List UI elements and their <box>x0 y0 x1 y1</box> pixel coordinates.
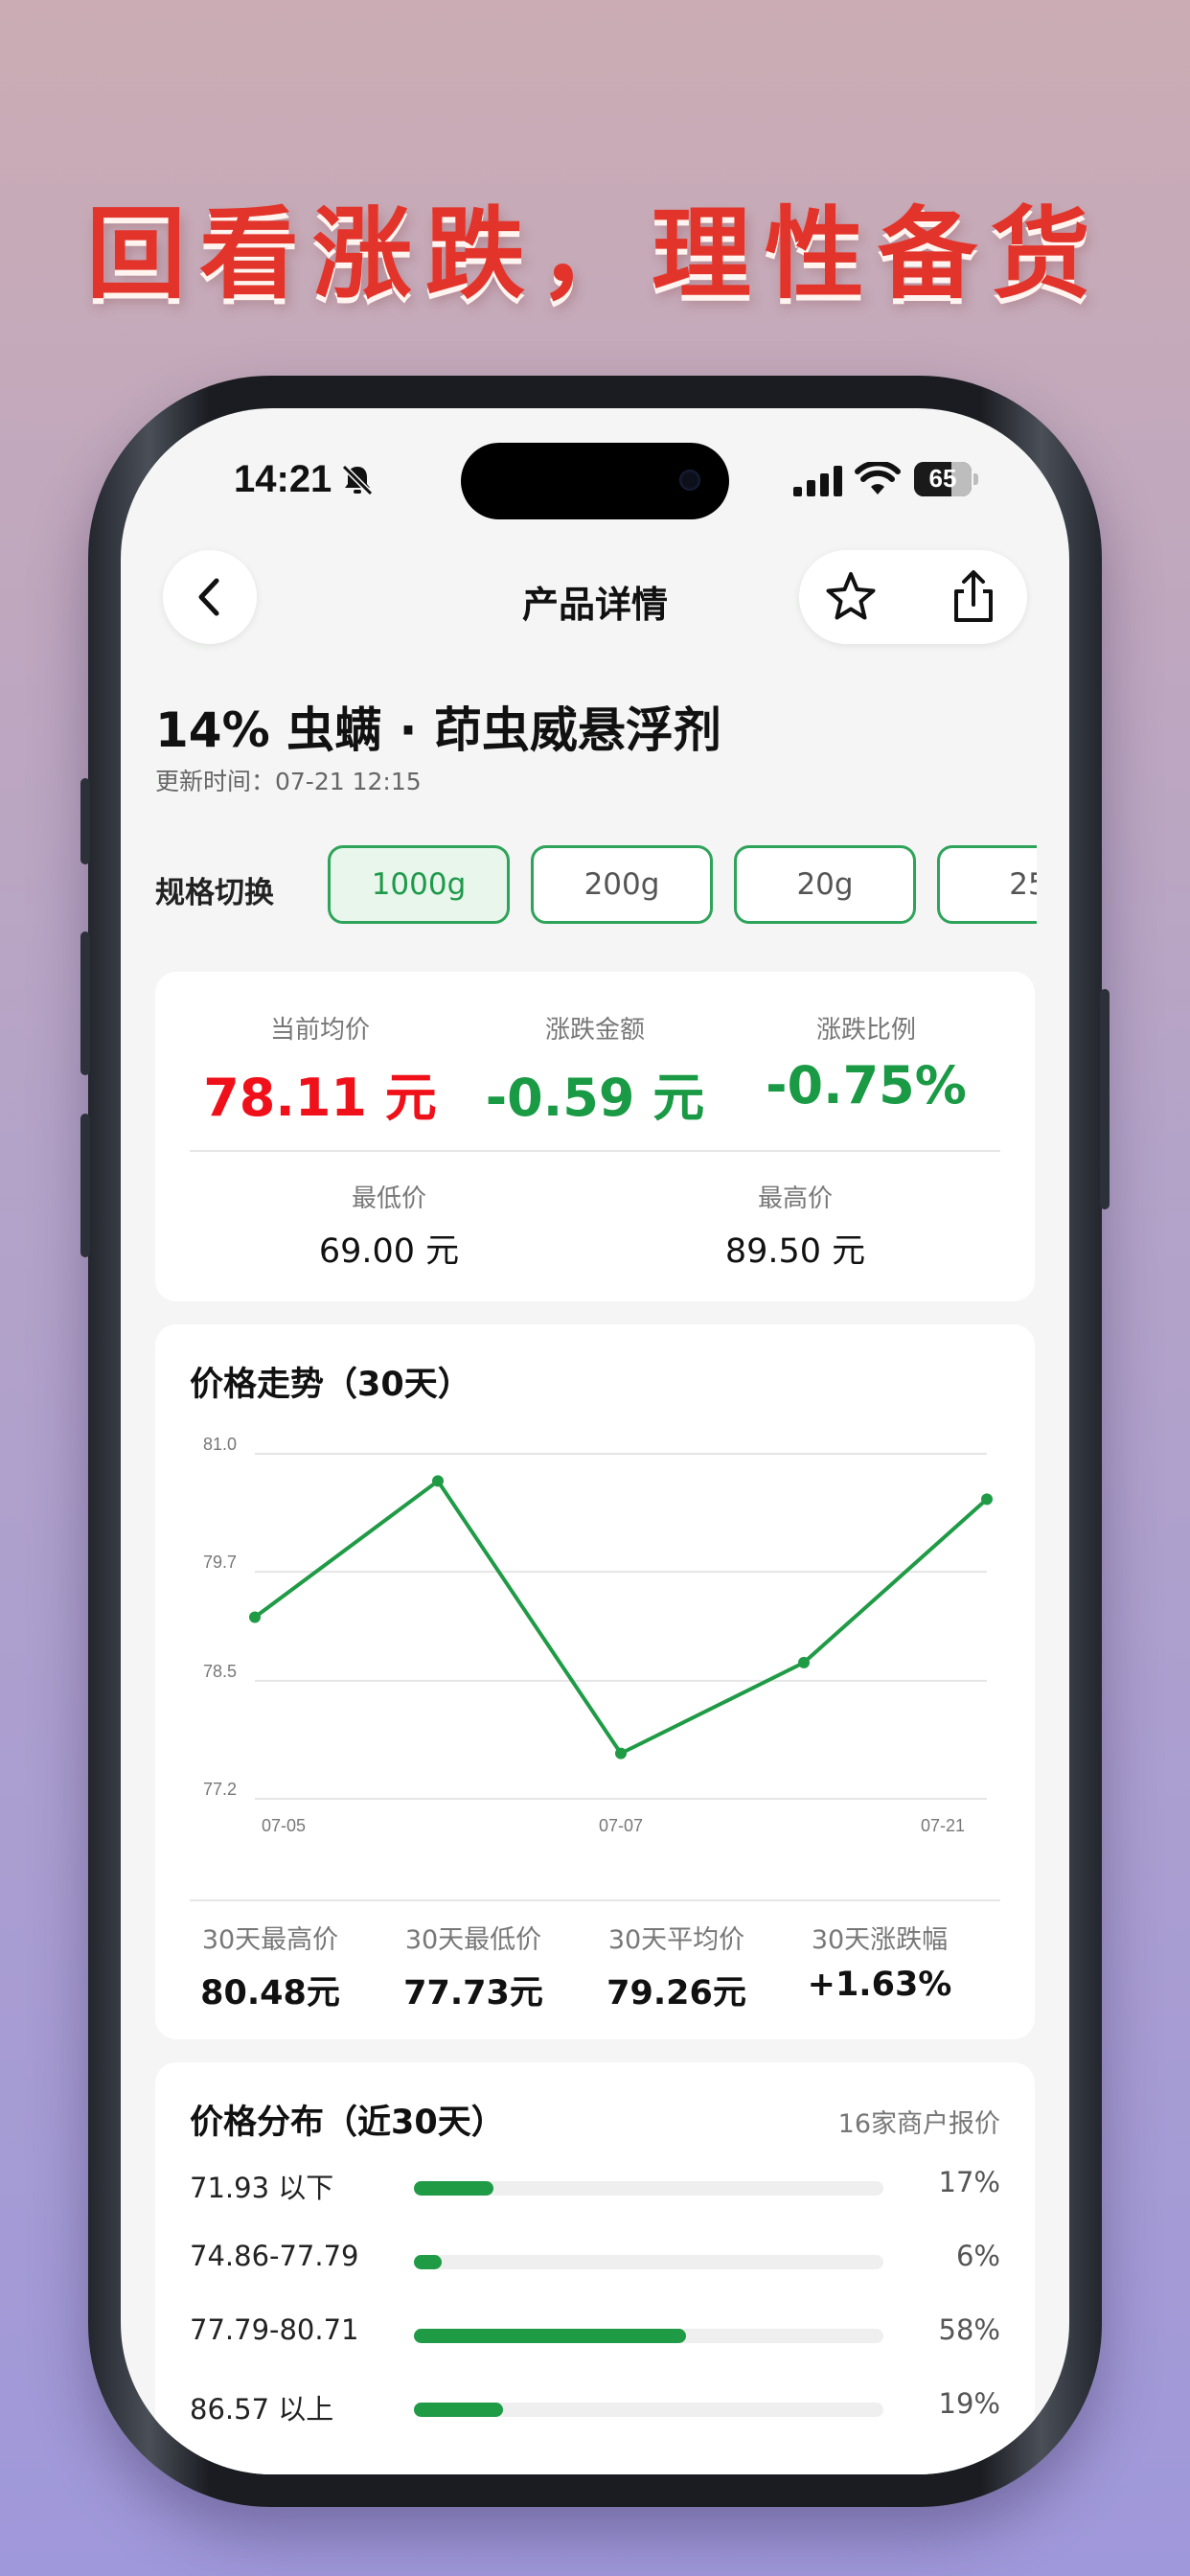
distribution-percent: 58% <box>938 2313 1000 2346</box>
status-time: 14:21 <box>234 458 332 500</box>
summary-divider <box>190 1150 1000 1152</box>
price-summary-card: 当前均价 78.11 元 涨跌金额 -0.59 元 涨跌比例 -0.75% 最低… <box>155 972 1035 1301</box>
phone-frame: 14:21 65 产品详情 14% 虫螨 · 茚虫威悬浮剂 更新时间：07-21… <box>80 376 1110 2507</box>
current-price: 当前均价 78.11 元 <box>186 1010 454 1131</box>
change-ratio: 涨跌比例 -0.75% <box>732 1010 1000 1116</box>
cellular-signal-icon <box>793 466 842 496</box>
stat-30d-high: 30天最高价 80.48元 <box>169 1919 372 2014</box>
price-point <box>432 1475 444 1487</box>
app-screen: 14:21 65 产品详情 14% 虫螨 · 茚虫威悬浮剂 更新时间：07-21… <box>121 408 1069 2474</box>
update-time: 更新时间：07-21 12:15 <box>155 768 422 795</box>
stat-30d-change-label: 30天涨跌幅 <box>811 1925 949 1955</box>
distribution-bar <box>414 2329 687 2343</box>
nav-bar: 产品详情 <box>121 542 1069 648</box>
price-trend-card: 价格走势（30天） 81.0 79.7 78.5 77.2 07-05 07-07 07-2… <box>155 1324 1035 2039</box>
share-icon[interactable] <box>943 566 1004 628</box>
spec-tabs: 1000g 200g 20g 25 <box>328 845 1037 932</box>
lowest-price-value: 69.00 元 <box>318 1232 460 1271</box>
y-tick-label: 78.5 <box>203 1662 237 1681</box>
distribution-track <box>414 2403 883 2417</box>
y-tick-label: 81.0 <box>203 1435 237 1454</box>
favorite-star-icon[interactable] <box>820 566 881 628</box>
status-bar: 14:21 65 <box>121 408 1069 533</box>
trend-title: 价格走势（30天） <box>190 1366 471 1404</box>
distribution-row: 77.79-80.71 58% <box>190 2310 1000 2358</box>
distribution-bar <box>414 2181 494 2196</box>
stat-30d-avg: 30天平均价 79.26元 <box>575 1919 778 2014</box>
phone-volume-up <box>80 932 90 1075</box>
merchant-count: 16家商户报价 <box>837 2109 1000 2139</box>
spec-tab-20g[interactable]: 20g <box>734 845 916 924</box>
spec-switch-label: 规格切换 <box>155 876 274 910</box>
highest-price-label: 最高价 <box>757 1184 833 1213</box>
phone-action-button <box>80 778 90 864</box>
phone-volume-down <box>80 1114 90 1257</box>
distribution-row: 71.93 以下 17% <box>190 2162 1000 2210</box>
x-tick-label: 07-07 <box>599 1816 643 1835</box>
distribution-range: 74.86-77.79 <box>190 2240 359 2272</box>
change-amount-value: -0.59 元 <box>485 1068 705 1128</box>
stat-30d-avg-label: 30天平均价 <box>607 1925 745 1955</box>
current-price-label: 当前均价 <box>269 1016 370 1045</box>
change-ratio-value: -0.75% <box>766 1055 967 1116</box>
silent-bell-icon <box>341 464 374 496</box>
stat-30d-low-value: 77.73元 <box>403 1974 543 2012</box>
distribution-percent: 6% <box>955 2240 1000 2272</box>
battery-indicator: 65 <box>914 462 979 496</box>
distribution-row: 74.86-77.79 6% <box>190 2236 1000 2284</box>
distribution-range: 71.93 以下 <box>190 2172 334 2204</box>
y-tick-label: 79.7 <box>203 1552 237 1572</box>
distribution-title: 价格分布（近30天） <box>190 2104 505 2142</box>
distribution-track <box>414 2329 883 2343</box>
spec-tab-25[interactable]: 25 <box>937 845 1037 924</box>
spec-tab-1000g[interactable]: 1000g <box>328 845 510 924</box>
y-tick-label: 77.2 <box>203 1780 237 1799</box>
stat-30d-change: 30天涨跌幅 +1.63% <box>778 1919 981 2004</box>
distribution-percent: 17% <box>938 2166 1000 2198</box>
distribution-row: 86.57 以上 19% <box>190 2383 1000 2431</box>
nav-actions <box>799 550 1027 644</box>
front-camera <box>679 470 700 491</box>
stat-30d-low: 30天最低价 77.73元 <box>372 1919 575 2014</box>
trend-divider <box>190 1899 1000 1901</box>
battery-tip <box>973 473 978 485</box>
distribution-track <box>414 2255 883 2269</box>
stat-30d-avg-value: 79.26元 <box>606 1974 746 2012</box>
price-trend-chart: 81.0 79.7 78.5 77.2 07-05 07-07 07-21 <box>203 1435 993 1835</box>
battery-percent: 65 <box>928 464 957 493</box>
distribution-range: 86.57 以上 <box>190 2393 334 2426</box>
x-tick-label: 07-05 <box>262 1816 306 1835</box>
phone-power-button <box>1100 989 1110 1209</box>
price-point <box>981 1493 993 1506</box>
spec-tab-200g[interactable]: 200g <box>531 845 713 924</box>
stat-30d-high-value: 80.48元 <box>200 1974 340 2012</box>
lowest-price: 最低价 69.00 元 <box>236 1179 542 1273</box>
highest-price: 最高价 89.50 元 <box>642 1179 949 1273</box>
current-price-value: 78.11 元 <box>203 1068 437 1128</box>
distribution-bar <box>414 2255 443 2269</box>
highest-price-value: 89.50 元 <box>724 1232 866 1271</box>
stat-30d-high-label: 30天最高价 <box>201 1925 339 1955</box>
x-tick-label: 07-21 <box>921 1816 965 1835</box>
stat-30d-change-value: +1.63% <box>807 1966 952 2004</box>
distribution-track <box>414 2181 883 2196</box>
price-distribution-card: 价格分布（近30天） 16家商户报价 71.93 以下 17% 74.86-77… <box>155 2062 1035 2474</box>
stat-30d-low-label: 30天最低价 <box>404 1925 542 1955</box>
promo-headline: 回看涨跌，理性备货 <box>85 195 1104 312</box>
change-ratio-label: 涨跌比例 <box>815 1016 916 1045</box>
change-amount-label: 涨跌金额 <box>544 1016 645 1045</box>
change-amount: 涨跌金额 -0.59 元 <box>461 1010 729 1131</box>
lowest-price-label: 最低价 <box>351 1184 426 1213</box>
distribution-range: 77.79-80.71 <box>190 2313 359 2346</box>
price-series-line <box>253 1479 989 1756</box>
price-point <box>798 1656 810 1668</box>
distribution-bar <box>414 2403 504 2417</box>
wifi-icon <box>855 462 901 494</box>
distribution-percent: 19% <box>938 2387 1000 2420</box>
product-title: 14% 虫螨 · 茚虫威悬浮剂 <box>155 702 721 758</box>
price-point <box>249 1611 261 1623</box>
price-point <box>615 1747 627 1760</box>
